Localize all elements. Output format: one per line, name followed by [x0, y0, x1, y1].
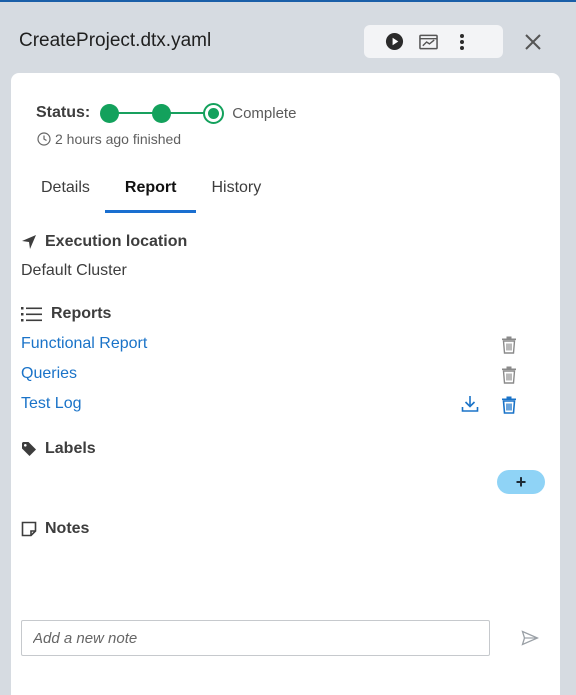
header-toolbar	[364, 25, 503, 58]
status-value: Complete	[232, 104, 297, 122]
note-icon	[21, 521, 37, 537]
run-button[interactable]	[377, 25, 411, 58]
execution-location-title: Execution location	[45, 233, 188, 250]
step-complete	[152, 104, 172, 123]
navigation-arrow-icon	[22, 235, 36, 249]
plus-icon: +	[515, 472, 527, 492]
download-icon	[461, 396, 479, 412]
delete-report-button[interactable]	[497, 333, 521, 357]
window-header: CreateProject.dtx.yaml	[0, 2, 576, 74]
tab-details[interactable]: Details	[26, 173, 105, 213]
window-title: CreateProject.dtx.yaml	[19, 30, 212, 51]
more-options-button[interactable]	[445, 25, 479, 58]
execution-location-heading: Execution location	[21, 233, 187, 251]
details-panel: Status: Complete 2 hours ago finished De…	[11, 73, 560, 695]
close-button[interactable]	[521, 30, 545, 54]
list-icon	[21, 307, 42, 322]
finished-time: 2 hours ago finished	[37, 131, 181, 147]
tab-history[interactable]: History	[196, 173, 276, 213]
chart-window-icon	[418, 34, 438, 49]
kebab-menu-icon	[460, 33, 464, 50]
tab-report[interactable]: Report	[104, 173, 197, 213]
delete-report-button[interactable]	[497, 363, 521, 387]
notes-heading: Notes	[21, 520, 89, 538]
report-link-test-log[interactable]: Test Log	[21, 395, 81, 413]
execution-location-value: Default Cluster	[21, 262, 127, 279]
tab-bar: Details Report History	[26, 173, 276, 213]
notes-title: Notes	[45, 520, 90, 537]
send-icon	[521, 630, 539, 646]
status-label: Status:	[36, 104, 91, 121]
clock-icon	[37, 132, 51, 146]
trash-icon	[502, 396, 516, 414]
trash-icon	[502, 366, 516, 384]
close-icon	[525, 34, 541, 50]
note-input[interactable]	[21, 620, 490, 656]
download-report-button[interactable]	[458, 392, 482, 416]
step-final	[203, 103, 225, 124]
reports-title: Reports	[51, 305, 112, 322]
labels-title: Labels	[45, 440, 96, 457]
report-link-functional[interactable]: Functional Report	[21, 335, 147, 353]
tag-icon	[22, 442, 36, 456]
delete-report-button[interactable]	[497, 393, 521, 417]
status-stepper	[100, 101, 226, 125]
dashboard-button[interactable]	[411, 25, 445, 58]
labels-heading: Labels	[21, 440, 96, 458]
play-circle-icon	[385, 32, 403, 51]
step-complete	[100, 104, 120, 123]
trash-icon	[502, 336, 516, 354]
send-note-button[interactable]	[517, 625, 543, 651]
status-row: Status: Complete	[36, 101, 296, 125]
reports-heading: Reports	[21, 305, 111, 323]
add-label-button[interactable]: +	[497, 470, 545, 494]
report-link-queries[interactable]: Queries	[21, 365, 77, 383]
finished-text: 2 hours ago finished	[55, 131, 182, 147]
